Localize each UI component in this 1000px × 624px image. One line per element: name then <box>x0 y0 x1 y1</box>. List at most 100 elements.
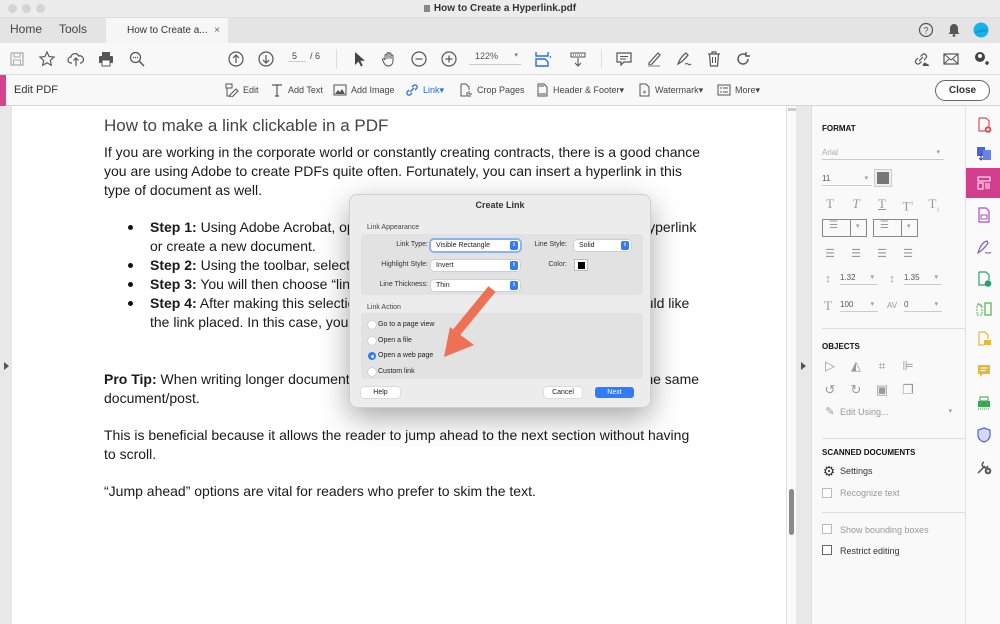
underline-text-icon[interactable]: T <box>874 196 890 212</box>
create-pdf-tool[interactable] <box>966 110 1000 140</box>
align-left-icon[interactable]: ☰ <box>822 246 838 262</box>
show-bounding-boxes-checkbox[interactable] <box>822 524 832 534</box>
search-zoom-icon[interactable] <box>128 50 146 68</box>
highlight-pen-icon[interactable] <box>645 50 663 68</box>
more-tools-tool[interactable] <box>966 452 1000 482</box>
protect-tool[interactable] <box>966 420 1000 450</box>
font-size-select[interactable]: 11 ▾ <box>822 172 872 186</box>
bell-icon[interactable] <box>946 22 962 38</box>
watermark-button[interactable]: Watermark▾ <box>637 83 703 97</box>
tab-document[interactable]: How to Create a... × <box>106 18 228 43</box>
edit-pdf-tool[interactable] <box>966 168 1000 198</box>
highlight-style-select[interactable]: Invert ⇕ <box>431 260 520 271</box>
superscript-icon[interactable]: T1 <box>900 196 916 213</box>
delete-icon[interactable] <box>705 50 723 68</box>
close-tab-icon[interactable]: × <box>214 18 220 43</box>
cancel-button[interactable]: Cancel <box>544 387 582 398</box>
add-text-button[interactable]: Add Text <box>270 83 323 97</box>
share-link-icon[interactable] <box>912 50 930 68</box>
zoom-out-icon[interactable] <box>410 50 428 68</box>
horizontal-scale-select[interactable]: 100 ▾ <box>840 298 878 312</box>
rotate-right-icon[interactable]: ↻ <box>848 382 864 398</box>
justify-icon[interactable]: ☰ <box>900 246 916 262</box>
scrollbar-thumb[interactable] <box>789 489 794 535</box>
header-footer-button[interactable]: Header & Footer▾ <box>535 83 624 97</box>
link-button[interactable]: Link▾ <box>405 83 444 97</box>
help-icon[interactable]: ? <box>918 22 934 38</box>
font-color-swatch[interactable] <box>875 170 891 186</box>
add-user-icon[interactable] <box>972 50 990 68</box>
page-number-input[interactable]: 5 <box>288 51 306 62</box>
flip-vertical-icon[interactable]: ◭ <box>848 358 864 374</box>
align-center-icon[interactable]: ☰ <box>848 246 864 262</box>
account-avatar[interactable] <box>973 22 989 38</box>
line-style-select[interactable]: Solid ⇕ <box>574 240 631 251</box>
email-icon[interactable] <box>942 50 960 68</box>
restrict-editing-checkbox[interactable] <box>822 545 832 555</box>
radio-open-web-page[interactable] <box>368 352 376 360</box>
scan-tool[interactable] <box>966 388 1000 418</box>
send-for-review-tool[interactable] <box>966 264 1000 294</box>
organize-pages-tool[interactable] <box>966 294 1000 324</box>
link-label: Link▾ <box>423 84 445 95</box>
edit-button[interactable]: Edit <box>225 83 259 97</box>
align-objects-icon[interactable]: ⊫ <box>900 358 916 374</box>
scroll-mode-icon[interactable] <box>569 50 587 68</box>
radio-custom-link[interactable] <box>368 368 376 376</box>
fill-and-sign-tool[interactable] <box>966 232 1000 262</box>
edit-using-select[interactable]: Edit Using... ▾ <box>840 405 956 419</box>
add-image-label: Add Image <box>351 85 395 95</box>
line-thickness-select[interactable]: Thin ⇕ <box>431 280 520 291</box>
page-up-icon[interactable] <box>227 50 245 68</box>
align-right-icon[interactable]: ☰ <box>874 246 890 262</box>
comment-icon[interactable] <box>615 50 633 68</box>
numbered-list-select[interactable]: ☰ ▾ <box>873 219 918 237</box>
replace-image-icon[interactable]: ▣ <box>874 382 890 398</box>
crop-pages-button[interactable]: Crop Pages <box>459 83 525 97</box>
left-panel-toggle[interactable] <box>0 106 12 624</box>
font-family-select[interactable]: Arial ▾ <box>822 146 944 160</box>
fill-sign-form-tool[interactable] <box>966 200 1000 230</box>
crop-object-icon[interactable]: ⌗ <box>874 358 890 374</box>
fit-page-icon[interactable]: ▾ <box>533 50 551 68</box>
flip-horizontal-icon[interactable]: ▷ <box>822 358 838 374</box>
zoom-level-select[interactable]: 122% ▾ <box>469 51 521 65</box>
radio-page-view[interactable] <box>368 321 376 329</box>
bold-text-icon[interactable]: T <box>822 196 838 212</box>
bookmark-star-icon[interactable] <box>38 50 56 68</box>
recognize-text-checkbox[interactable] <box>822 488 832 498</box>
radio-open-file[interactable] <box>368 337 376 345</box>
cloud-upload-icon[interactable] <box>67 50 85 68</box>
more-button[interactable]: More▾ <box>717 83 760 97</box>
select-cursor-icon[interactable] <box>350 50 368 68</box>
add-image-button[interactable]: Add Image <box>333 83 395 97</box>
export-pdf-tool[interactable] <box>966 138 1000 168</box>
hand-icon[interactable] <box>380 50 398 68</box>
bullet-list-select[interactable]: ☰ ▾ <box>822 219 867 237</box>
char-spacing-select[interactable]: 0 ▾ <box>904 298 942 312</box>
comment-doc-tool[interactable] <box>966 324 1000 354</box>
comment-tool[interactable] <box>966 356 1000 386</box>
next-button[interactable]: Next <box>595 387 634 398</box>
rotate-left-icon[interactable]: ↺ <box>822 382 838 398</box>
page-down-icon[interactable] <box>257 50 275 68</box>
help-button[interactable]: Help <box>361 387 400 398</box>
print-icon[interactable] <box>97 50 115 68</box>
paragraph-spacing-select[interactable]: 1.35 ▾ <box>904 271 942 285</box>
link-color-swatch[interactable] <box>574 259 588 271</box>
sign-icon[interactable] <box>675 50 693 68</box>
close-edit-button[interactable]: Close <box>935 80 990 101</box>
line-spacing-select[interactable]: 1.32 ▾ <box>840 271 878 285</box>
right-panel-toggle[interactable] <box>796 106 812 624</box>
tab-tools[interactable]: Tools <box>59 18 87 43</box>
arrange-icon[interactable]: ❐ <box>900 382 916 398</box>
save-icon[interactable] <box>8 50 26 68</box>
rotate-icon[interactable] <box>734 50 752 68</box>
document-scrollbar[interactable] <box>786 106 796 624</box>
tab-home[interactable]: Home <box>10 18 42 43</box>
link-type-select[interactable]: Visible Rectangle ⇕ <box>431 240 520 251</box>
settings-link[interactable]: Settings <box>840 466 873 476</box>
zoom-in-icon[interactable] <box>440 50 458 68</box>
subscript-icon[interactable]: T1 <box>926 196 942 214</box>
italic-text-icon[interactable]: T <box>848 196 864 212</box>
